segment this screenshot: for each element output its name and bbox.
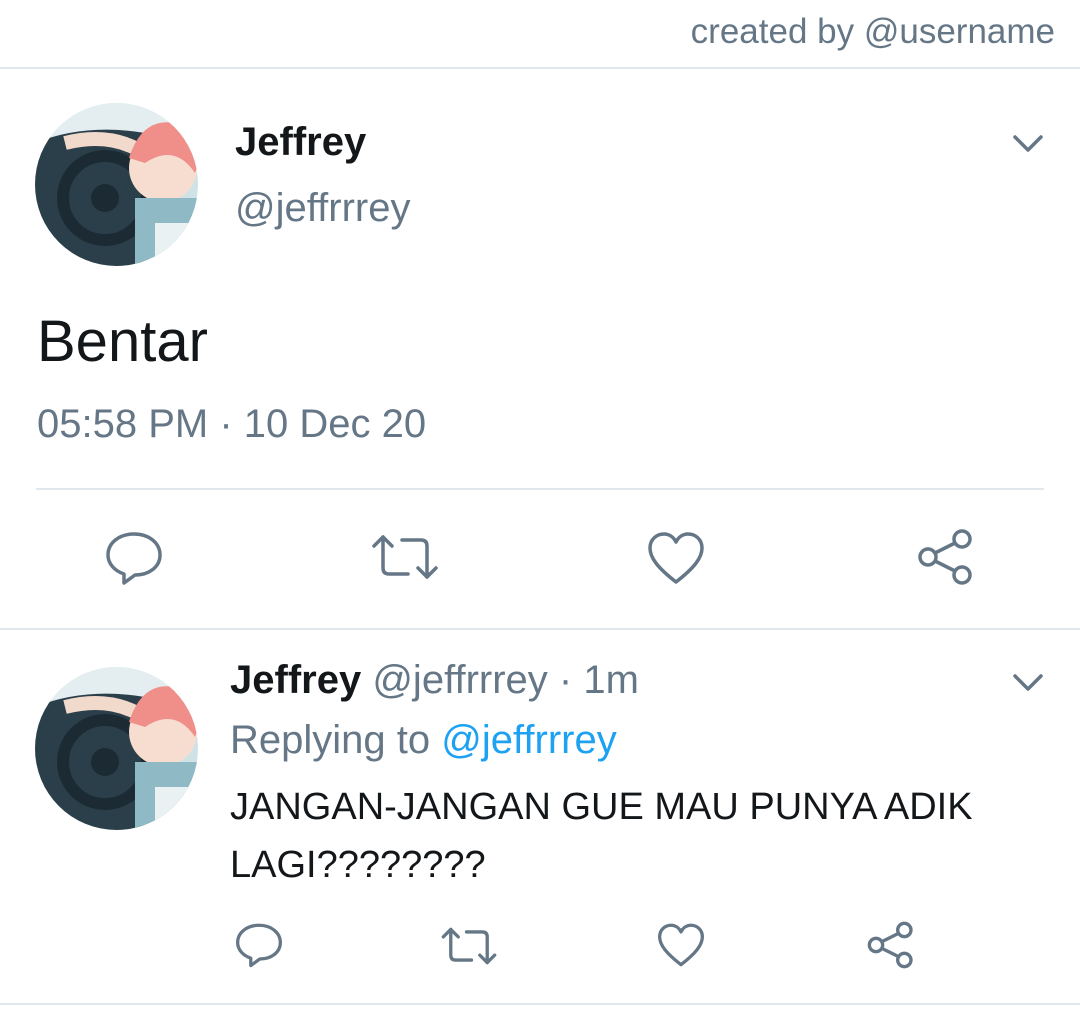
share-icon[interactable]	[866, 920, 916, 970]
reply-avatar[interactable]	[35, 667, 198, 830]
replying-to-mention[interactable]: @jeffrrrey	[441, 718, 616, 762]
bottom-divider	[0, 1003, 1080, 1005]
tweet-divider	[0, 628, 1080, 630]
reply-text: JANGAN-JANGAN GUE MAU PUNYA ADIK LAGI???…	[230, 786, 973, 886]
tweet-timestamp: 05:58 PM · 10 Dec 20	[37, 402, 426, 447]
tweet-date: 10 Dec 20	[243, 402, 427, 446]
share-icon[interactable]	[916, 528, 976, 586]
created-by-credit: created by @username	[690, 12, 1055, 51]
heart-icon[interactable]	[656, 922, 706, 968]
reply-icon[interactable]	[234, 922, 284, 968]
retweet-icon[interactable]	[440, 925, 498, 967]
reply-author-name[interactable]: Jeffrey	[230, 658, 361, 702]
chevron-down-icon[interactable]	[1012, 133, 1044, 155]
author-handle[interactable]: @jeffrrrey	[235, 186, 410, 231]
heart-icon[interactable]	[646, 530, 706, 586]
replying-to-label: Replying to	[230, 718, 431, 762]
reply-header: Jeffrey @jeffrrrey · 1m	[230, 658, 639, 703]
replying-to: Replying to @jeffrrrey	[230, 718, 617, 763]
reply-author-handle[interactable]: @jeffrrrey	[372, 658, 547, 702]
tweet-time: 05:58 PM	[37, 402, 209, 446]
reply-separator: ·	[558, 658, 573, 702]
reply-age: 1m	[583, 658, 639, 702]
top-divider	[0, 67, 1080, 69]
author-name[interactable]: Jeffrey	[235, 120, 366, 165]
chevron-down-icon[interactable]	[1012, 672, 1044, 694]
tweet-detail-divider	[36, 488, 1044, 490]
avatar[interactable]	[35, 103, 198, 266]
retweet-icon[interactable]	[370, 532, 440, 582]
reply-icon[interactable]	[104, 530, 164, 586]
tweet-text: Bentar	[37, 309, 208, 374]
timestamp-separator: ·	[219, 402, 233, 446]
